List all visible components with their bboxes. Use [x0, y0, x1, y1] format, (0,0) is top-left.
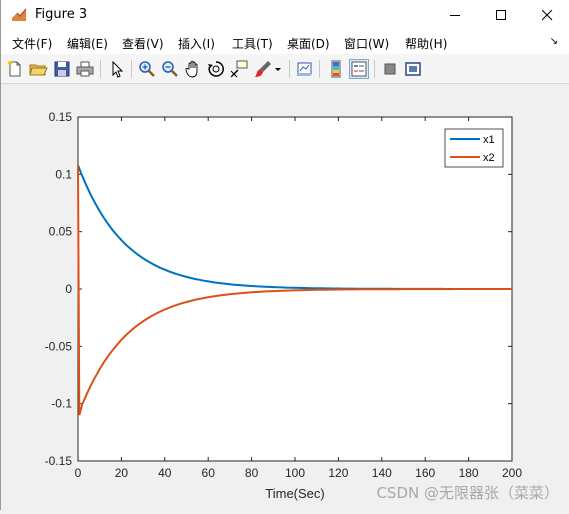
edit-plot-button[interactable] — [107, 59, 127, 79]
menu-edit[interactable]: 编辑(E) — [67, 35, 108, 52]
watermark-text: CSDN @无限器张（菜菜） — [376, 484, 559, 502]
edit-plot-arrow-icon — [112, 60, 124, 78]
minimize-button[interactable] — [432, 0, 478, 30]
data-cursor-icon — [230, 60, 248, 78]
y-tick-label: 0.15 — [49, 110, 73, 124]
menu-file[interactable]: 文件(F) — [12, 35, 52, 52]
y-tick-label: 0.05 — [49, 225, 73, 239]
rotate-3d-icon — [208, 61, 224, 77]
insert-legend-button[interactable] — [349, 59, 369, 79]
insert-colorbar-button[interactable] — [326, 59, 346, 79]
menu-overflow-icon[interactable]: ↘ — [550, 36, 558, 47]
zoom-out-button[interactable] — [160, 59, 180, 79]
figure-toolbar — [1, 54, 569, 84]
x-tick-label: 100 — [285, 466, 305, 480]
y-tick-label: -0.15 — [45, 454, 73, 468]
print-icon — [76, 61, 94, 77]
hide-plot-tools-icon — [384, 63, 396, 75]
brush-dropdown-icon — [275, 68, 281, 71]
maximize-button[interactable] — [478, 0, 524, 30]
link-plot-icon — [297, 62, 312, 76]
menu-tools[interactable]: 工具(T) — [232, 35, 273, 52]
save-icon — [54, 61, 70, 77]
save-button[interactable] — [52, 59, 72, 79]
show-plot-tools-button[interactable] — [403, 59, 423, 79]
window-title: Figure 3 — [35, 7, 88, 22]
x-tick-label: 160 — [415, 466, 435, 480]
close-button[interactable] — [524, 0, 569, 30]
new-figure-button[interactable] — [5, 59, 25, 79]
x-tick-label: 20 — [115, 466, 129, 480]
toolbar-separator — [289, 60, 290, 78]
hide-plot-tools-button[interactable] — [380, 59, 400, 79]
x-tick-label: 40 — [158, 466, 172, 480]
x-tick-label: 80 — [245, 466, 259, 480]
title-bar: Figure 3 — [1, 0, 569, 30]
menu-help[interactable]: 帮助(H) — [405, 35, 447, 52]
menu-insert[interactable]: 插入(I) — [178, 35, 215, 52]
maximize-icon — [496, 10, 506, 20]
rotate-3d-button[interactable] — [206, 59, 226, 79]
x-tick-label: 200 — [502, 466, 522, 480]
x-tick-label: 180 — [459, 466, 479, 480]
pan-hand-icon — [185, 61, 198, 78]
brush-icon — [255, 61, 271, 77]
menu-bar: 文件(F) 编辑(E) 查看(V) 插入(I) 工具(T) 桌面(D) 窗口(W… — [1, 30, 569, 54]
brush-dropdown[interactable] — [273, 59, 283, 79]
minimize-icon — [450, 15, 460, 16]
y-tick-label: 0 — [65, 282, 72, 296]
matlab-icon — [12, 8, 27, 21]
y-tick-label: 0.1 — [55, 167, 72, 181]
data-cursor-button[interactable] — [229, 59, 249, 79]
insert-legend-icon — [351, 61, 367, 77]
x-tick-label: 120 — [328, 466, 348, 480]
menu-desktop[interactable]: 桌面(D) — [287, 35, 330, 52]
menu-view[interactable]: 查看(V) — [122, 35, 164, 52]
x-tick-label: 0 — [75, 466, 82, 480]
legend[interactable]: x1 x2 — [444, 128, 504, 168]
figure-canvas[interactable]: 0 20 40 60 80 100 120 140 160 180 200 0.15 0.1 0.05 0-… — [6, 84, 569, 510]
y-tick-label: -0.05 — [45, 339, 73, 353]
x-tick-label: 60 — [202, 466, 216, 480]
print-button[interactable] — [75, 59, 95, 79]
toolbar-separator — [319, 60, 320, 78]
plot-area[interactable]: 0 20 40 60 80 100 120 140 160 180 2000.150.10.050-… — [6, 84, 569, 510]
open-file-icon — [29, 64, 48, 76]
new-figure-icon — [8, 61, 21, 77]
toolbar-separator — [374, 60, 375, 78]
legend-label-x1: x1 — [483, 134, 495, 146]
insert-colorbar-icon — [331, 60, 341, 78]
pan-button[interactable] — [183, 59, 203, 79]
toolbar-separator — [131, 60, 132, 78]
brush-button[interactable] — [253, 59, 273, 79]
legend-label-x2: x2 — [483, 152, 495, 164]
zoom-in-icon — [139, 61, 155, 77]
link-plot-button[interactable] — [295, 59, 315, 79]
zoom-out-icon — [162, 61, 178, 77]
y-tick-label: -0.1 — [51, 397, 72, 411]
menu-window[interactable]: 窗口(W) — [344, 35, 389, 52]
toolbar-separator — [100, 60, 101, 78]
figure-window: Figure 3 文件(F) 编辑(E) 查看(V) 插入(I) 工具(T) 桌… — [0, 0, 569, 510]
close-icon — [542, 10, 553, 21]
x-axis-label: Time(Sec) — [265, 486, 324, 501]
show-plot-tools-icon — [405, 62, 421, 76]
zoom-in-button[interactable] — [137, 59, 157, 79]
open-file-button[interactable] — [28, 59, 48, 79]
x-tick-label: 140 — [372, 466, 392, 480]
